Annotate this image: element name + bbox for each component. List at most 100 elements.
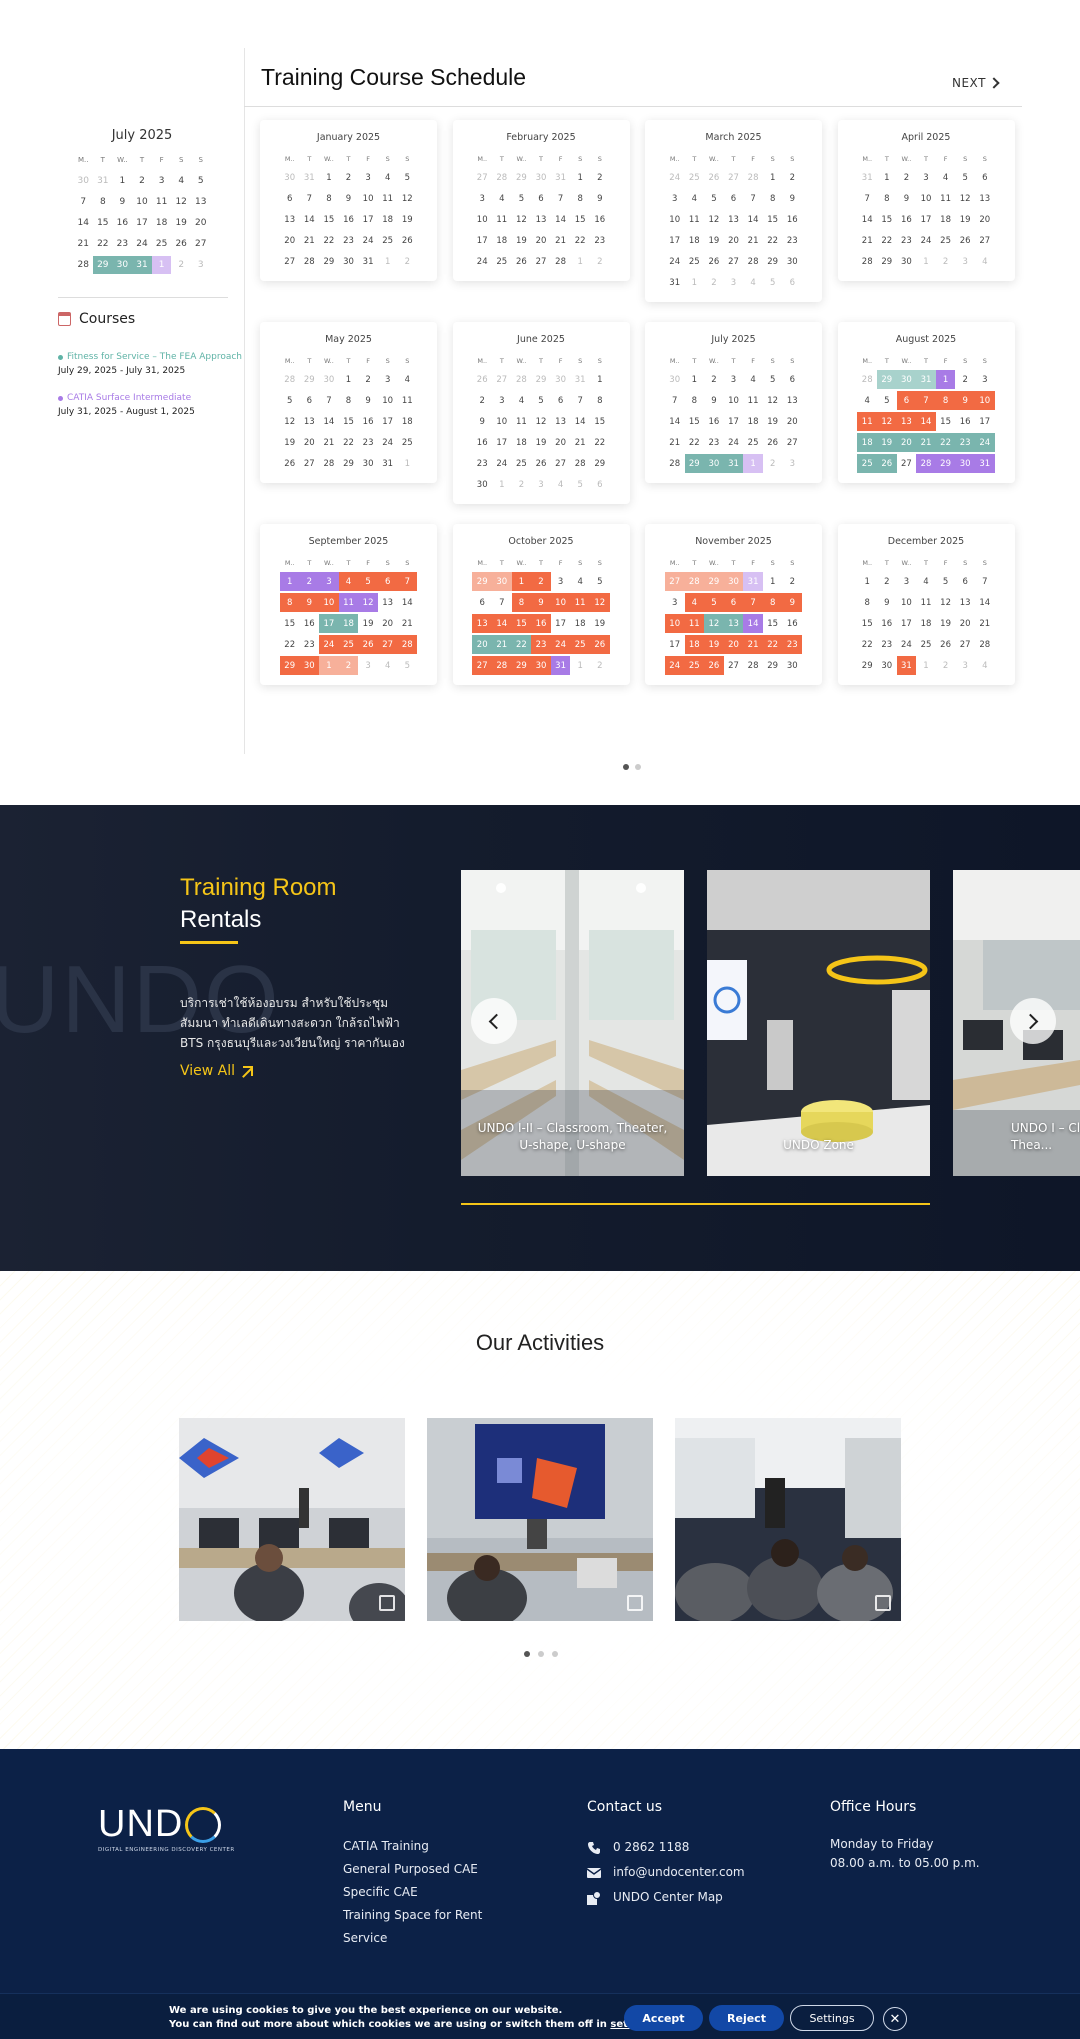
pager-dot[interactable] — [635, 764, 641, 770]
activity-photo[interactable] — [179, 1418, 405, 1621]
day-cell-course[interactable]: 1 — [935, 370, 956, 389]
contact-phone[interactable]: 0 2862 1188 — [587, 1835, 745, 1860]
day-cell-course[interactable]: 30 — [299, 656, 320, 675]
course-name[interactable]: CATIA Surface Intermediate — [67, 391, 191, 405]
day-cell-course[interactable]: 19 — [704, 635, 724, 654]
day-cell-course[interactable]: 20 — [472, 635, 493, 654]
day-cell-course[interactable]: 16 — [531, 614, 551, 633]
day-cell-course[interactable]: 31 — [743, 572, 763, 591]
day-cell-course[interactable]: 24 — [664, 656, 685, 675]
next-button[interactable]: NEXT — [952, 76, 1000, 90]
day-cell-course[interactable]: 21 — [743, 635, 763, 654]
contact-email[interactable]: info@undocenter.com — [587, 1860, 745, 1885]
day-cell-course[interactable]: 1 — [319, 656, 339, 675]
day-cell-course[interactable]: 9 — [955, 391, 975, 410]
day-cell-course[interactable]: 17 — [319, 614, 339, 633]
day-cell-course[interactable]: 24 — [550, 635, 571, 654]
day-cell-course[interactable]: 29 — [704, 572, 724, 591]
day-cell-course[interactable]: 14 — [743, 614, 763, 633]
chevron-right-icon[interactable] — [988, 77, 1000, 89]
day-cell-course[interactable]: 1 — [151, 256, 172, 274]
day-cell-course[interactable]: 18 — [857, 433, 878, 452]
day-cell-course[interactable]: 30 — [704, 454, 724, 473]
day-cell-course[interactable]: 22 — [762, 635, 783, 654]
day-cell-course[interactable]: 5 — [358, 572, 378, 591]
day-cell-course[interactable]: 7 — [743, 593, 763, 612]
day-cell-course[interactable]: 9 — [299, 593, 320, 612]
day-cell-course[interactable]: 1 — [511, 572, 532, 591]
day-cell-course[interactable]: 24 — [319, 635, 339, 654]
logo-ring-icon[interactable] — [185, 1806, 222, 1843]
logo-text[interactable]: UND — [98, 1803, 183, 1846]
menu-link-catia[interactable]: CATIA Training — [343, 1835, 482, 1858]
day-cell-course[interactable]: 23 — [955, 433, 975, 452]
pager-dot[interactable] — [524, 1651, 530, 1657]
day-cell-course[interactable]: 30 — [723, 572, 744, 591]
day-cell-course[interactable]: 7 — [397, 572, 418, 591]
day-cell-course[interactable]: 28 — [684, 572, 705, 591]
day-cell-course[interactable]: 25 — [338, 635, 359, 654]
day-cell-course[interactable]: 30 — [492, 572, 512, 591]
day-cell-course[interactable]: 27 — [664, 572, 685, 591]
chevron-right-icon[interactable] — [1022, 1013, 1039, 1029]
contact-phone-text[interactable]: 0 2862 1188 — [613, 1835, 689, 1860]
day-cell-course[interactable]: 26 — [589, 635, 610, 654]
chevron-left-icon[interactable] — [488, 1013, 505, 1029]
day-cell-course[interactable]: 12 — [877, 412, 897, 431]
next-label[interactable]: NEXT — [952, 76, 986, 90]
day-cell-course[interactable]: 8 — [279, 593, 300, 612]
day-cell-course[interactable]: 2 — [299, 572, 320, 591]
day-cell-course[interactable]: 29 — [472, 572, 493, 591]
day-cell-course[interactable]: 9 — [782, 593, 803, 612]
day-cell-course[interactable]: 11 — [857, 412, 878, 431]
day-cell-course[interactable]: 30 — [896, 370, 917, 389]
day-cell-course[interactable]: 27 — [472, 656, 493, 675]
day-cell-course[interactable]: 15 — [511, 614, 532, 633]
day-cell-course[interactable]: 29 — [93, 256, 113, 274]
course-name[interactable]: Fitness for Service – The FEA Approach — [67, 350, 242, 364]
day-cell-course[interactable]: 28 — [916, 454, 936, 473]
menu-link-general-cae[interactable]: General Purposed CAE — [343, 1858, 482, 1881]
day-cell-course[interactable]: 18 — [338, 614, 359, 633]
day-cell-course[interactable]: 29 — [511, 656, 532, 675]
day-cell-course[interactable]: 25 — [857, 454, 878, 473]
undo-logo[interactable]: UND DIGITAL ENGINEERING DISCOVERY CENTER — [98, 1803, 235, 1853]
room-caption[interactable]: UNDO Zone — [717, 1137, 920, 1154]
day-cell-course[interactable]: 1 — [279, 572, 300, 591]
day-cell-course[interactable]: 14 — [492, 614, 512, 633]
day-cell-course[interactable]: 6 — [377, 572, 398, 591]
day-cell-course[interactable]: 11 — [338, 593, 359, 612]
day-cell-course[interactable]: 18 — [684, 635, 705, 654]
day-cell-course[interactable]: 26 — [877, 454, 897, 473]
day-cell-course[interactable]: 4 — [684, 593, 705, 612]
day-cell-course[interactable]: 10 — [664, 614, 685, 633]
day-cell-course[interactable]: 21 — [492, 635, 512, 654]
contact-map-text[interactable]: UNDO Center Map — [613, 1885, 723, 1910]
activity-photo[interactable] — [675, 1418, 901, 1621]
day-cell-course[interactable]: 13 — [472, 614, 493, 633]
day-cell-course[interactable]: 11 — [684, 614, 705, 633]
day-cell-course[interactable]: 29 — [935, 454, 956, 473]
view-all-link[interactable]: View All — [180, 1063, 254, 1079]
room-card[interactable]: UNDO Zone — [707, 870, 930, 1176]
day-cell-course[interactable]: 28 — [492, 656, 512, 675]
carousel-prev-button[interactable] — [471, 998, 517, 1044]
day-cell-course[interactable]: 8 — [935, 391, 956, 410]
day-cell-course[interactable]: 28 — [397, 635, 418, 654]
menu-link-specific-cae[interactable]: Specific CAE — [343, 1881, 482, 1904]
pager-dot[interactable] — [623, 764, 629, 770]
day-cell-course[interactable]: 20 — [896, 433, 917, 452]
accept-button[interactable]: Accept — [624, 2005, 703, 2031]
day-cell-course[interactable]: 12 — [358, 593, 378, 612]
day-cell-course[interactable]: 30 — [955, 454, 975, 473]
day-cell-course[interactable]: 31 — [916, 370, 936, 389]
room-caption[interactable]: UNDO I – Cl... Thea... — [1011, 1120, 1080, 1154]
day-cell-course[interactable]: 24 — [974, 433, 995, 452]
day-cell-course[interactable]: 29 — [279, 656, 300, 675]
day-cell-course[interactable]: 31 — [974, 454, 995, 473]
carousel-next-button[interactable] — [1010, 998, 1056, 1044]
menu-link-training-space[interactable]: Training Space for Rent — [343, 1904, 482, 1927]
expand-icon[interactable] — [875, 1595, 891, 1611]
contact-email-text[interactable]: info@undocenter.com — [613, 1860, 745, 1885]
day-cell-course[interactable]: 23 — [782, 635, 803, 654]
